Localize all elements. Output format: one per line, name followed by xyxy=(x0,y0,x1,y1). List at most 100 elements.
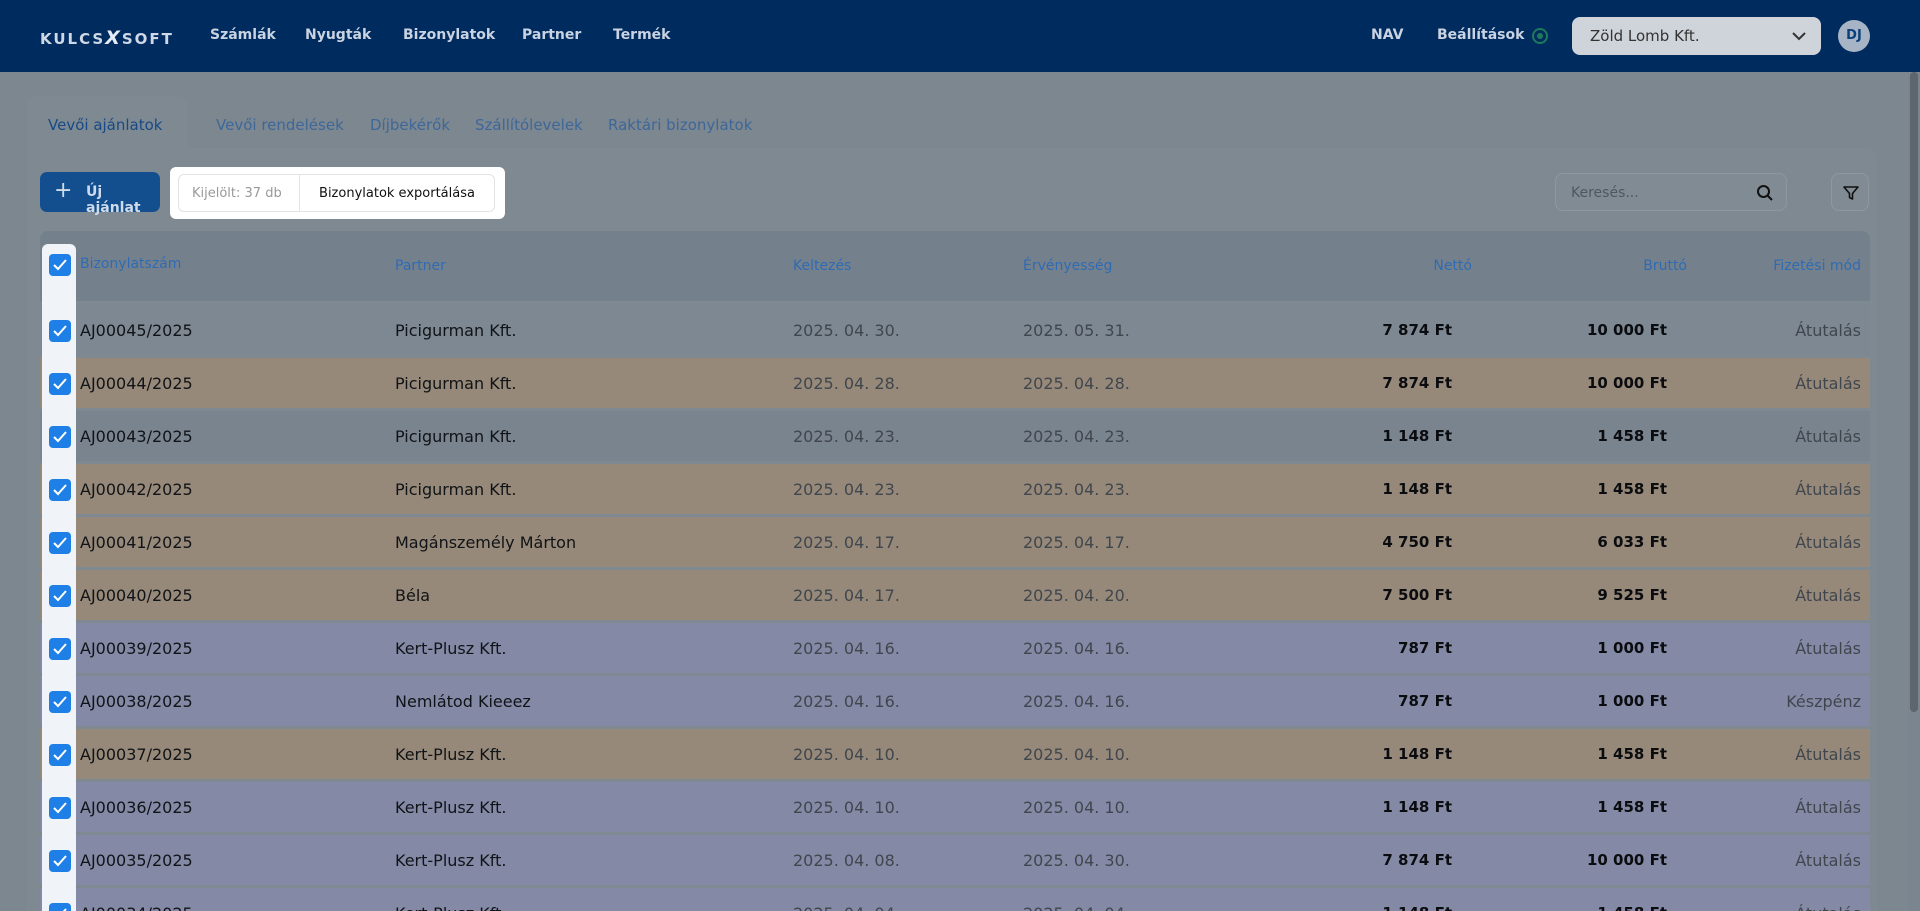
export-documents-button[interactable]: Bizonylatok exportálása xyxy=(299,174,495,212)
tab-raktari-bizonylatok[interactable]: Raktári bizonylatok xyxy=(608,116,752,134)
nav-item-beallitasok[interactable]: Beállítások xyxy=(1437,27,1524,43)
payment-method-cell: Átutalás xyxy=(1795,427,1861,446)
document-number-cell: AJ00035/2025 xyxy=(80,851,193,870)
table-row[interactable]: AJ00041/2025 Magánszemély Márton 2025. 04.… xyxy=(40,517,1870,567)
page-scrollbar[interactable] xyxy=(1908,72,1920,911)
issue-date-cell: 2025. 04. 17. xyxy=(793,586,900,605)
nav-item-bizonylatok[interactable]: Bizonylatok xyxy=(403,27,495,43)
validity-date-cell: 2025. 04. 20. xyxy=(1023,586,1130,605)
scrollbar-thumb[interactable] xyxy=(1910,72,1918,712)
row-checkbox[interactable] xyxy=(49,744,71,766)
chevron-down-icon xyxy=(1792,32,1806,41)
tab-szallitolevelek[interactable]: Szállítólevelek xyxy=(475,116,583,134)
validity-date-cell: 2025. 04. 10. xyxy=(1023,745,1130,764)
row-checkbox[interactable] xyxy=(49,797,71,819)
table-row[interactable]: AJ00044/2025 Picigurman Kft. 2025. 04. 28.… xyxy=(40,358,1870,408)
validity-date-cell: 2025. 04. 04. xyxy=(1023,904,1130,911)
row-checkbox[interactable] xyxy=(49,373,71,395)
tab-dijbekerok[interactable]: Díjbekérők xyxy=(370,116,450,134)
bulk-action-group: Kijelölt: 37 db Bizonylatok exportálása xyxy=(170,167,505,219)
row-checkbox[interactable] xyxy=(49,479,71,501)
payment-method-cell: Átutalás xyxy=(1795,321,1861,340)
sync-status-icon xyxy=(1532,28,1548,44)
gross-amount-cell: 10 000 Ft xyxy=(1586,851,1667,869)
nav-item-nyugtak[interactable]: Nyugták xyxy=(305,27,371,43)
nav-item-termek[interactable]: Termék xyxy=(613,27,670,43)
column-header-netto[interactable]: Nettó xyxy=(1433,258,1472,274)
validity-date-cell: 2025. 04. 16. xyxy=(1023,692,1130,711)
search-input[interactable]: Keresés... xyxy=(1555,173,1787,211)
plus-icon: + xyxy=(54,178,73,203)
filter-button[interactable] xyxy=(1831,173,1869,211)
table-row[interactable]: AJ00042/2025 Picigurman Kft. 2025. 04. 23.… xyxy=(40,464,1870,514)
issue-date-cell: 2025. 04. 04. xyxy=(793,904,900,911)
issue-date-cell: 2025. 04. 08. xyxy=(793,851,900,870)
table-row[interactable]: AJ00034/2025 Kert-Plusz Kft. 2025. 04. 04.… xyxy=(40,888,1870,911)
partner-cell: Picigurman Kft. xyxy=(395,374,517,393)
net-amount-cell: 7 874 Ft xyxy=(1382,851,1452,869)
row-checkbox[interactable] xyxy=(49,638,71,660)
column-header-keltezes[interactable]: Keltezés xyxy=(793,258,851,274)
payment-method-cell: Átutalás xyxy=(1795,374,1861,393)
partner-cell: Picigurman Kft. xyxy=(395,427,517,446)
gross-amount-cell: 1 458 Ft xyxy=(1597,904,1667,911)
table-row[interactable]: AJ00045/2025 Picigurman Kft. 2025. 04. 30.… xyxy=(40,305,1870,355)
table-row[interactable]: AJ00035/2025 Kert-Plusz Kft. 2025. 04. 08.… xyxy=(40,835,1870,885)
tab-vevoi-ajanlatok[interactable]: Vevői ajánlatok xyxy=(27,96,187,156)
select-all-checkbox[interactable] xyxy=(49,254,71,276)
table-row[interactable]: AJ00038/2025 Nemlátod Kieeez 2025. 04. 16.… xyxy=(40,676,1870,726)
partner-cell: Kert-Plusz Kft. xyxy=(395,904,506,911)
column-header-fizetesi-mod[interactable]: Fizetési mód xyxy=(1773,258,1861,274)
issue-date-cell: 2025. 04. 16. xyxy=(793,639,900,658)
gross-amount-cell: 6 033 Ft xyxy=(1597,533,1667,551)
validity-date-cell: 2025. 04. 23. xyxy=(1023,427,1130,446)
search-icon[interactable] xyxy=(1756,184,1774,202)
issue-date-cell: 2025. 04. 10. xyxy=(793,798,900,817)
gross-amount-cell: 10 000 Ft xyxy=(1586,321,1667,339)
company-select[interactable]: Zöld Lomb Kft. xyxy=(1572,17,1821,55)
issue-date-cell: 2025. 04. 30. xyxy=(793,321,900,340)
check-icon xyxy=(53,484,67,496)
row-checkbox[interactable] xyxy=(49,691,71,713)
nav-item-nav[interactable]: NAV xyxy=(1371,27,1403,43)
table-row[interactable]: AJ00037/2025 Kert-Plusz Kft. 2025. 04. 10.… xyxy=(40,729,1870,779)
validity-date-cell: 2025. 04. 23. xyxy=(1023,480,1130,499)
document-number-cell: AJ00036/2025 xyxy=(80,798,193,817)
logo-text-2: SOFT xyxy=(121,30,174,48)
nav-item-partner[interactable]: Partner xyxy=(522,27,581,43)
column-header-brutto[interactable]: Bruttó xyxy=(1643,258,1687,274)
net-amount-cell: 7 874 Ft xyxy=(1382,321,1452,339)
nav-item-szamlak[interactable]: Számlák xyxy=(210,27,276,43)
search-placeholder: Keresés... xyxy=(1571,185,1639,201)
tab-label: Vevői ajánlatok xyxy=(48,116,163,134)
kulcssoft-logo[interactable]: KULCSXSOFT xyxy=(40,27,174,49)
issue-date-cell: 2025. 04. 17. xyxy=(793,533,900,552)
new-quote-button[interactable]: + Új ajánlat xyxy=(40,172,160,216)
table-row[interactable]: AJ00039/2025 Kert-Plusz Kft. 2025. 04. 16.… xyxy=(40,623,1870,673)
payment-method-cell: Átutalás xyxy=(1795,851,1861,870)
partner-cell: Kert-Plusz Kft. xyxy=(395,851,507,870)
tab-vevoi-rendelesek[interactable]: Vevői rendelések xyxy=(216,116,344,134)
row-checkbox[interactable] xyxy=(49,585,71,607)
document-number-cell: AJ00038/2025 xyxy=(80,692,193,711)
column-header-ervenyesseg[interactable]: Érvényesség xyxy=(1023,258,1112,274)
net-amount-cell: 1 148 Ft xyxy=(1382,745,1452,763)
document-number-cell: AJ00042/2025 xyxy=(80,480,193,499)
net-amount-cell: 1 148 Ft xyxy=(1382,427,1452,445)
top-navigation-bar: KULCSXSOFT Számlák Nyugták Bizonylatok P… xyxy=(0,0,1920,72)
table-row[interactable]: AJ00043/2025 Picigurman Kft. 2025. 04. 23.… xyxy=(40,411,1870,461)
table-row[interactable]: AJ00040/2025 Béla 2025. 04. 17. 2025. 04. 2… xyxy=(40,570,1870,620)
selected-count-label: Kijelölt: 37 db xyxy=(192,186,282,201)
payment-method-cell: Átutalás xyxy=(1795,533,1861,552)
column-header-partner[interactable]: Partner xyxy=(395,258,446,274)
row-checkbox[interactable] xyxy=(49,903,71,911)
check-icon xyxy=(53,431,67,443)
user-avatar[interactable]: DJ xyxy=(1838,20,1870,52)
row-checkbox[interactable] xyxy=(49,426,71,448)
check-icon xyxy=(53,855,67,867)
row-checkbox[interactable] xyxy=(49,532,71,554)
row-checkbox[interactable] xyxy=(49,320,71,342)
row-checkbox[interactable] xyxy=(49,850,71,872)
column-header-bizonylatszam[interactable]: Bizonylatszám xyxy=(80,256,181,272)
table-row[interactable]: AJ00036/2025 Kert-Plusz Kft. 2025. 04. 10.… xyxy=(40,782,1870,832)
